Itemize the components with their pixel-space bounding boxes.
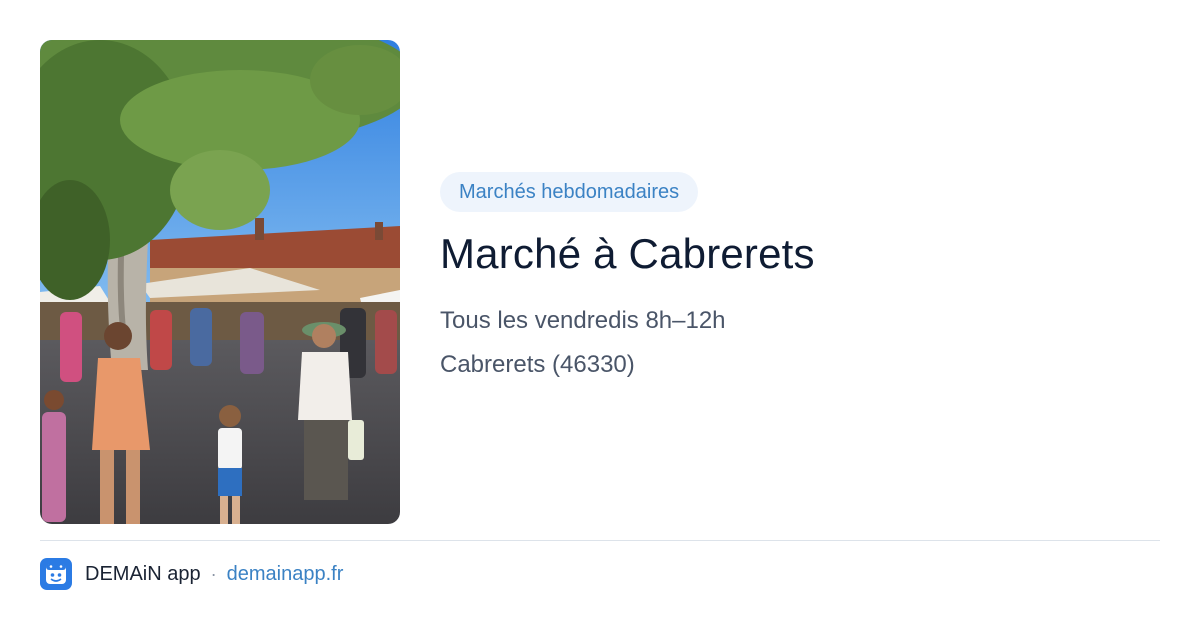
footer-separator: · [210,563,217,584]
site-link[interactable]: demainapp.fr [227,563,344,586]
market-scene-illustration [40,40,400,524]
market-schedule: Tous les vendredis 8h–12h [440,307,726,334]
market-location: Cabrerets (46330) [440,351,635,378]
footer-divider [40,540,1160,541]
footer: DEMAiN app · demainapp.fr [40,558,343,590]
demain-app-logo-icon [40,558,72,590]
market-photo [40,40,400,524]
category-tag[interactable]: Marchés hebdomadaires [440,172,699,212]
market-title: Marché à Cabrerets [440,230,815,277]
app-name: DEMAiN app [85,562,201,585]
market-info: Marchés hebdomadaires Marché à Cabrerets… [440,172,1160,380]
